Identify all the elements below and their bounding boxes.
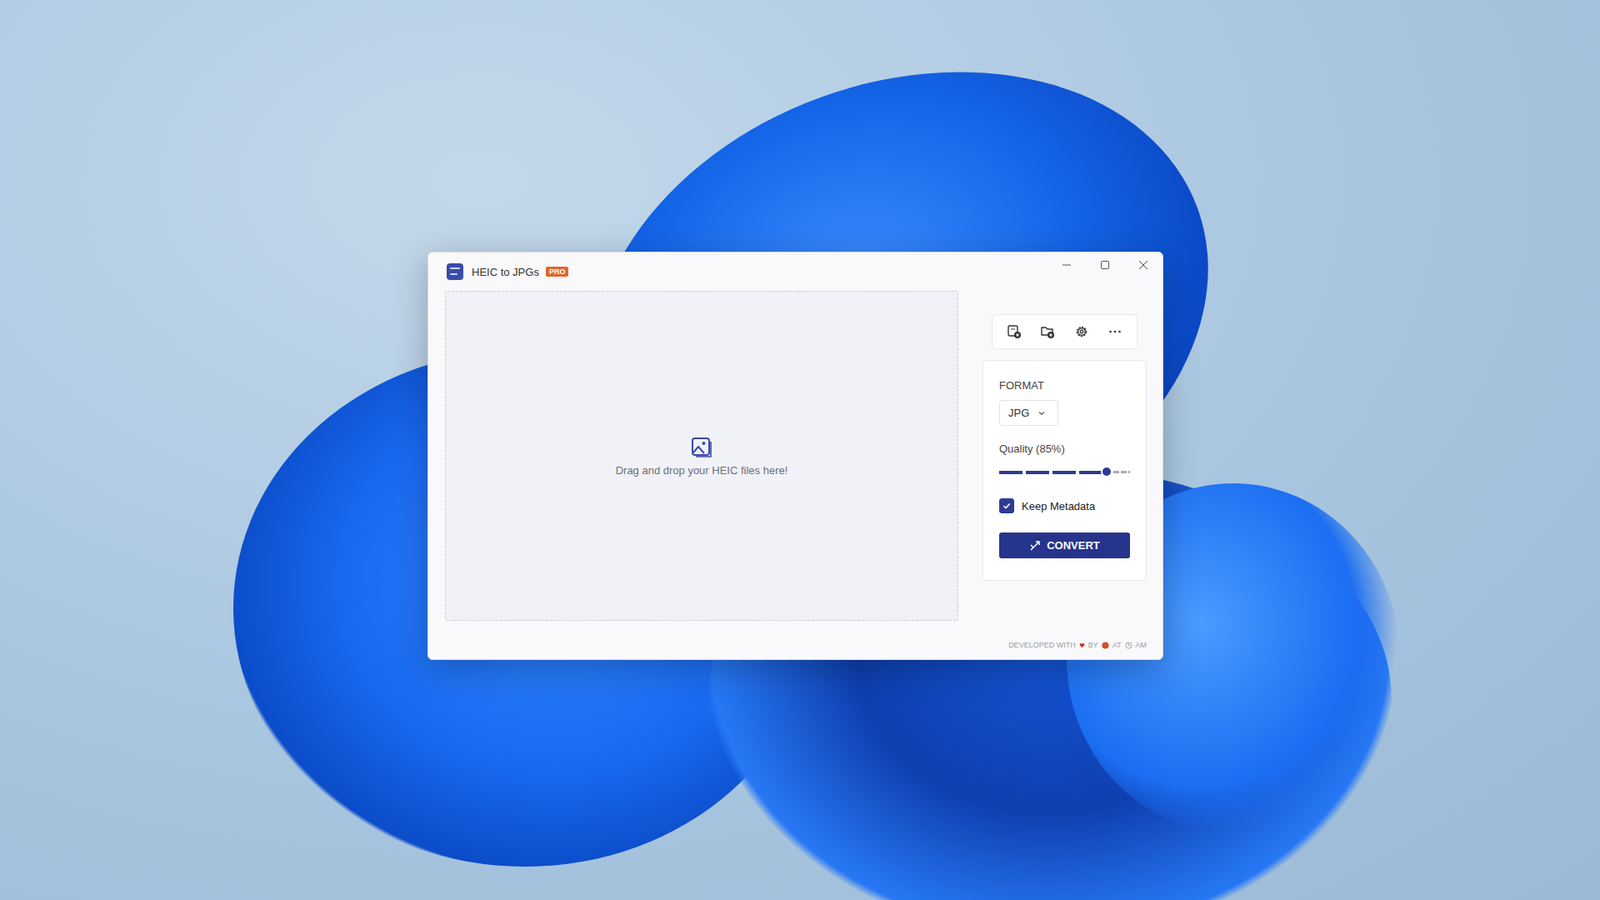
- format-label: FORMAT: [999, 379, 1045, 392]
- footer-time: AM: [1135, 640, 1148, 650]
- drop-hint: Drag and drop your HEIC files here!: [615, 464, 789, 477]
- app-window: HEIC to JPGs PRO Drag and drop your HEIC…: [427, 251, 1164, 660]
- window-title: HEIC to JPGs: [471, 265, 540, 279]
- settings-card: FORMAT JPG Quality (85%) Keep Metadata C…: [982, 360, 1147, 581]
- checkmark-icon: [1001, 500, 1012, 511]
- gear-icon: [1074, 324, 1090, 340]
- minimize-icon: [1061, 260, 1072, 270]
- more-button[interactable]: [1101, 318, 1129, 345]
- keep-metadata-option[interactable]: Keep Metadata: [999, 498, 1095, 514]
- image-icon: [690, 435, 714, 460]
- footer-at: AT: [1112, 640, 1122, 650]
- footer-credit: DEVELOPED WITH BY AT AM: [982, 640, 1147, 660]
- slider-thumb[interactable]: [1102, 467, 1111, 476]
- heart-icon: [1079, 642, 1085, 649]
- pro-badge: PRO: [545, 266, 570, 277]
- add-folder-icon: [1040, 324, 1055, 340]
- more-icon: [1107, 324, 1123, 340]
- footer-developed: DEVELOPED WITH: [1008, 640, 1076, 650]
- minimize-button[interactable]: [1047, 252, 1086, 278]
- chevron-down-icon: [1037, 409, 1046, 418]
- keep-metadata-checkbox[interactable]: [999, 498, 1015, 514]
- quality-label: Quality (85%): [999, 442, 1065, 455]
- maximize-button[interactable]: [1085, 252, 1125, 278]
- format-value: JPG: [1008, 406, 1030, 420]
- add-file-icon: [1006, 324, 1022, 340]
- clock-icon: [1125, 641, 1133, 650]
- close-button[interactable]: [1124, 252, 1163, 278]
- slider-track: [1113, 470, 1130, 474]
- keep-metadata-label: Keep Metadata: [1021, 500, 1095, 513]
- format-dropdown[interactable]: JPG: [999, 400, 1059, 426]
- convert-icon: [1029, 540, 1041, 552]
- convert-label: CONVERT: [1046, 539, 1100, 552]
- settings-button[interactable]: [1068, 318, 1095, 345]
- drop-zone[interactable]: Drag and drop your HEIC files here!: [445, 290, 959, 621]
- slider-fill: [999, 470, 1107, 475]
- author-avatar-icon: [1101, 641, 1110, 650]
- maximize-icon: [1100, 260, 1110, 270]
- footer-by: BY: [1088, 640, 1099, 650]
- desktop: HEIC to JPGs PRO Drag and drop your HEIC…: [0, 0, 1600, 900]
- quality-slider[interactable]: [999, 466, 1130, 479]
- app-logo-icon: [446, 263, 464, 280]
- close-icon: [1138, 260, 1149, 270]
- add-folder-button[interactable]: [1034, 318, 1061, 345]
- convert-button[interactable]: CONVERT: [999, 532, 1130, 559]
- title-bar: HEIC to JPGs PRO: [428, 252, 1163, 291]
- add-files-button[interactable]: [1000, 318, 1028, 345]
- toolbar: [991, 314, 1138, 350]
